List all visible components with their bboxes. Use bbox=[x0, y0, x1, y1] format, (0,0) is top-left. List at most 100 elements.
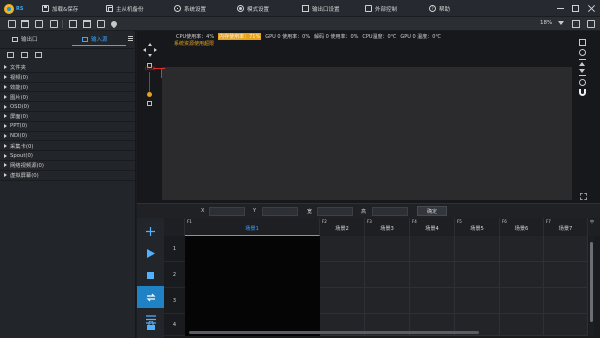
tree-item-virtual-screen[interactable]: 虚拟屏幕(0) bbox=[0, 171, 135, 181]
y-input[interactable] bbox=[262, 207, 298, 216]
monitor-icon[interactable] bbox=[69, 20, 77, 28]
y-label: Y bbox=[253, 208, 257, 214]
scene-header-2[interactable]: F2 场景2 bbox=[320, 218, 365, 236]
zoom-slider-handle[interactable] bbox=[147, 92, 152, 97]
send-to-bottom-icon[interactable] bbox=[579, 69, 586, 76]
close-icon[interactable] bbox=[587, 4, 596, 13]
maximize-icon[interactable] bbox=[572, 5, 579, 12]
add-folder-icon[interactable] bbox=[7, 52, 14, 58]
expand-icon bbox=[4, 143, 7, 148]
stop-button[interactable] bbox=[137, 264, 164, 286]
zoom-dropdown-icon[interactable] bbox=[558, 21, 564, 25]
scene-cell[interactable] bbox=[544, 262, 588, 288]
tree-item-label: 图片(0) bbox=[10, 94, 29, 101]
scene-header-4[interactable]: F4 场景4 bbox=[410, 218, 455, 236]
lock-button[interactable] bbox=[137, 320, 164, 331]
screen-canvas[interactable] bbox=[162, 67, 572, 200]
scene-cell[interactable] bbox=[455, 288, 500, 314]
scene-cell[interactable] bbox=[500, 314, 544, 336]
fullscreen-icon[interactable] bbox=[580, 193, 587, 200]
scene-cell[interactable] bbox=[500, 262, 544, 288]
zoom-out-icon[interactable] bbox=[147, 101, 152, 106]
menu-mode-settings[interactable]: 模式设置 bbox=[237, 2, 269, 15]
scene-cell[interactable] bbox=[455, 262, 500, 288]
new-icon[interactable] bbox=[8, 20, 16, 28]
tree-item-folders[interactable]: 文件夹 bbox=[0, 63, 135, 73]
tree-item-osd[interactable]: OSD(0) bbox=[0, 102, 135, 112]
menu-load-save[interactable]: 加载&保存 bbox=[42, 2, 78, 15]
settings-tool-icon[interactable] bbox=[579, 39, 586, 46]
scene-cell[interactable] bbox=[410, 262, 455, 288]
save-file-icon[interactable] bbox=[35, 20, 43, 28]
layout-icon[interactable] bbox=[587, 20, 595, 28]
scene-cell[interactable] bbox=[320, 262, 365, 288]
export-icon[interactable] bbox=[50, 20, 58, 28]
scene-cell[interactable] bbox=[365, 262, 410, 288]
scene-header-7[interactable]: F7 场景7 bbox=[544, 218, 588, 236]
menu-output-settings[interactable]: 输出口设置 bbox=[302, 2, 340, 15]
tree-item-ndi[interactable]: NDI(0) bbox=[0, 132, 135, 142]
scene-header-6[interactable]: F6 场景6 bbox=[500, 218, 544, 236]
scene-header-8[interactable]: 中 bbox=[588, 218, 600, 236]
play-button[interactable] bbox=[137, 242, 164, 264]
menu-master-slave-backup[interactable]: 主从机备份 bbox=[106, 2, 144, 15]
scene-cell[interactable] bbox=[455, 236, 500, 262]
horizontal-scroll-thumb[interactable] bbox=[189, 331, 479, 334]
tab-inputs-label: 输入源 bbox=[91, 37, 108, 43]
image-icon[interactable] bbox=[97, 20, 105, 28]
grid-view-icon[interactable] bbox=[35, 52, 42, 58]
tree-item-images[interactable]: 图片(0) bbox=[0, 92, 135, 103]
folder-icon[interactable] bbox=[83, 20, 91, 28]
scene-cell[interactable] bbox=[410, 288, 455, 314]
bring-to-top-icon[interactable] bbox=[579, 59, 586, 66]
menu-system-settings[interactable]: 系统设置 bbox=[174, 2, 206, 15]
active-scene-column[interactable] bbox=[185, 236, 320, 336]
scene-cell[interactable] bbox=[410, 236, 455, 262]
x-input[interactable] bbox=[209, 207, 245, 216]
tab-inputs[interactable]: 输入源 bbox=[82, 33, 108, 45]
tab-outputs[interactable]: 输出口 bbox=[12, 33, 38, 45]
tree-item-screens[interactable]: 屏面(0) bbox=[0, 112, 135, 122]
pan-control-icon[interactable] bbox=[143, 43, 157, 57]
active-tab-indicator bbox=[72, 45, 126, 46]
width-input[interactable] bbox=[317, 207, 353, 216]
scene-cell[interactable] bbox=[500, 236, 544, 262]
confirm-button[interactable]: 确定 bbox=[417, 206, 447, 216]
menu-help[interactable]: ? 帮助 bbox=[429, 2, 450, 15]
location-icon[interactable] bbox=[109, 19, 119, 29]
scene-cell[interactable] bbox=[544, 288, 588, 314]
target-icon[interactable] bbox=[579, 49, 586, 56]
panel-menu-icon[interactable] bbox=[128, 36, 133, 41]
tree-item-ppt[interactable]: PPT(0) bbox=[0, 122, 135, 132]
minimize-icon[interactable] bbox=[556, 4, 565, 13]
scene-cell[interactable] bbox=[544, 314, 588, 336]
tree-item-effects[interactable]: 效能(0) bbox=[0, 83, 135, 93]
scene-cell[interactable] bbox=[365, 288, 410, 314]
tree-item-capture-card[interactable]: 采集卡(0) bbox=[0, 141, 135, 152]
gear-icon bbox=[174, 5, 181, 12]
loop-button[interactable] bbox=[137, 286, 164, 308]
scene-cell[interactable] bbox=[365, 236, 410, 262]
fit-screen-icon[interactable] bbox=[572, 20, 580, 28]
tree-item-network-video[interactable]: 网络视频源(0) bbox=[0, 161, 135, 171]
height-input[interactable] bbox=[372, 207, 408, 216]
menu-output-settings-label: 输出口设置 bbox=[312, 6, 340, 13]
add-source-icon[interactable] bbox=[21, 52, 28, 58]
tree-item-spout[interactable]: Spout(0) bbox=[0, 151, 135, 161]
scene-cell[interactable] bbox=[320, 288, 365, 314]
scene-header-1[interactable]: F1 场景1 bbox=[185, 218, 320, 236]
tree-item-video[interactable]: 视频(0) bbox=[0, 73, 135, 83]
scene-header-3[interactable]: F3 场景3 bbox=[365, 218, 410, 236]
vertical-scroll-thumb[interactable] bbox=[590, 242, 593, 322]
scene-header-5[interactable]: F5 场景5 bbox=[455, 218, 500, 236]
menu-external-control[interactable]: 外部控制 bbox=[365, 2, 397, 15]
scene-cell[interactable] bbox=[320, 236, 365, 262]
scene-cell[interactable] bbox=[544, 236, 588, 262]
refresh-icon[interactable] bbox=[579, 79, 586, 86]
magnet-icon[interactable] bbox=[579, 89, 586, 96]
scene-cell[interactable] bbox=[500, 288, 544, 314]
decode-usage: 解码 0 使用率：0% bbox=[314, 34, 359, 40]
open-folder-icon[interactable] bbox=[21, 20, 29, 28]
zoom-level[interactable]: 18% bbox=[540, 20, 552, 26]
add-scene-button[interactable] bbox=[137, 220, 164, 242]
